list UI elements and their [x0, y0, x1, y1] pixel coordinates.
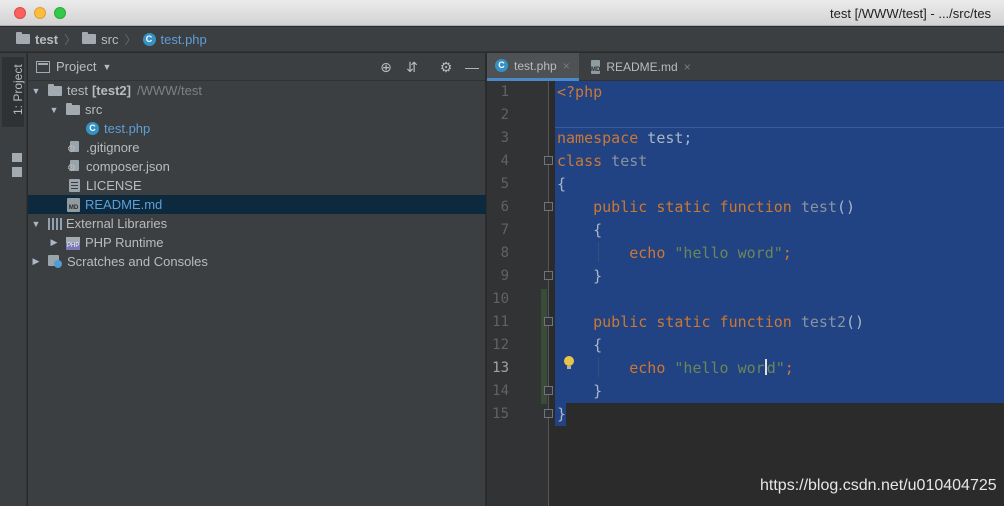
chevron-right-icon[interactable]: ▶ [48, 237, 60, 248]
folder-icon [48, 83, 62, 96]
tree-item-composer-json[interactable]: composer.json [28, 157, 486, 176]
tree-item-test[interactable]: ▼ test [test2] /WWW/test [28, 81, 486, 100]
editor-tab-bar: C test.php × MD README.md × [487, 53, 1004, 81]
code-line-3: namespace test; [557, 129, 693, 147]
line-number: 5 [500, 176, 509, 192]
chevron-right-icon[interactable]: ▶ [30, 256, 42, 267]
line-number: 3 [500, 130, 509, 146]
lightbulb-icon[interactable] [563, 356, 575, 370]
code-line-1: <?php [557, 83, 603, 101]
chevron-down-icon[interactable]: ▼ [48, 105, 60, 115]
fold-marker-icon[interactable] [544, 386, 553, 395]
tree-item-test-php[interactable]: C test.php [28, 119, 486, 138]
php-library-icon [66, 236, 81, 250]
line-number: 10 [492, 291, 509, 307]
folder-icon [82, 32, 97, 44]
php-class-icon: C [86, 122, 99, 135]
project-panel: Project ▼ ⊕ ⇵ ⚙ — ▼ test [test2] /WWW/te… [28, 53, 486, 506]
php-class-icon: C [495, 59, 508, 72]
line-number: 6 [500, 199, 509, 215]
maximize-window-button[interactable] [54, 7, 66, 19]
fold-marker-icon[interactable] [544, 202, 553, 211]
gear-icon[interactable]: ⚙ [438, 59, 454, 75]
tree-item-gitignore[interactable]: .gitignore [28, 138, 486, 157]
config-file-icon [67, 140, 81, 155]
line-number: 7 [500, 222, 509, 238]
close-icon[interactable]: × [563, 59, 570, 73]
code-line-7: { [557, 221, 603, 239]
code-line-5: { [557, 175, 567, 193]
code-line-11: public static function test2() [557, 313, 865, 331]
php-class-icon: C [142, 32, 156, 46]
fold-marker-icon[interactable] [544, 317, 553, 326]
line-number: 9 [500, 268, 509, 284]
code-line-9: } [557, 267, 603, 285]
tab-readme-md[interactable]: MD README.md × [583, 53, 693, 81]
chevron-right-icon: 〉 [64, 32, 77, 47]
folder-icon [66, 102, 80, 115]
line-number: 11 [492, 314, 509, 330]
tree-item-readme-md[interactable]: MD README.md [28, 195, 486, 214]
tree-item-src[interactable]: ▼ src [28, 100, 486, 119]
fold-marker-icon[interactable] [544, 271, 553, 280]
fold-marker-icon[interactable] [544, 156, 553, 165]
line-number: 14 [492, 383, 509, 399]
line-number: 15 [492, 406, 509, 422]
line-number: 12 [492, 337, 509, 353]
tree-item-external-libraries[interactable]: ▼ External Libraries [28, 214, 486, 233]
config-file-icon [67, 159, 81, 174]
line-number: 8 [500, 245, 509, 261]
line-number: 4 [500, 153, 509, 169]
collapse-all-icon[interactable]: ⇵ [404, 59, 420, 75]
breadcrumb-item-test[interactable]: test [16, 32, 58, 47]
markdown-icon: MD [591, 60, 601, 74]
project-view-selector[interactable]: Project [56, 59, 96, 74]
window-title: test [/WWW/test] - .../src/tes [830, 6, 992, 21]
tool-window-strip: 1: Project [0, 53, 27, 506]
folder-icon [12, 153, 22, 162]
line-number: 2 [500, 107, 509, 123]
scratch-icon [48, 254, 63, 269]
breadcrumb-item-src[interactable]: src [82, 32, 118, 47]
close-icon[interactable]: × [684, 60, 691, 74]
project-tool-window-label: 1: Project [11, 64, 25, 115]
chevron-right-icon: 〉 [124, 32, 137, 47]
library-icon [48, 217, 62, 230]
chevron-down-icon[interactable]: ▼ [30, 86, 42, 96]
code-line-8: echo "hello word"; [557, 244, 792, 262]
tree-item-license[interactable]: LICENSE [28, 176, 486, 195]
code-line-14: } [557, 382, 603, 400]
tab-test-php[interactable]: C test.php × [487, 53, 579, 81]
breadcrumb: test 〉 src 〉 C test.php [0, 27, 1004, 52]
editor-gutter[interactable]: 1 2 3 4 5 6 7 8 9 10 11 12 13 14 15 [487, 81, 549, 506]
markdown-icon: MD [67, 197, 80, 212]
chevron-down-icon[interactable]: ▼ [102, 62, 111, 72]
folder-icon [16, 32, 30, 44]
minimize-window-button[interactable] [34, 7, 46, 19]
project-window-icon [36, 60, 50, 73]
structure-icon [12, 167, 22, 177]
tree-item-php-runtime[interactable]: ▶ PHP Runtime [28, 233, 486, 252]
line-number-current: 13 [492, 360, 509, 376]
tree-item-scratches[interactable]: ▶ Scratches and Consoles [28, 252, 486, 271]
title-bar: test [/WWW/test] - .../src/tes [0, 0, 1004, 26]
code-line-6: public static function test() [557, 198, 856, 216]
close-window-button[interactable] [14, 7, 26, 19]
line-number: 1 [500, 84, 509, 100]
hide-panel-icon[interactable]: — [464, 59, 480, 75]
fold-marker-icon[interactable] [544, 409, 553, 418]
code-line-15: } [557, 405, 567, 423]
project-panel-header: Project ▼ ⊕ ⇵ ⚙ — [28, 53, 485, 81]
watermark: https://blog.csdn.net/u010404725 [760, 477, 997, 494]
code-line-13: echo "hello wor d"; [557, 359, 794, 377]
chevron-down-icon[interactable]: ▼ [30, 219, 42, 229]
locate-file-icon[interactable]: ⊕ [378, 59, 394, 75]
code-line-4: class test [557, 152, 648, 170]
code-line-12: { [557, 336, 603, 354]
breadcrumb-item-test-php[interactable]: C test.php [142, 32, 207, 47]
text-file-icon [69, 179, 80, 192]
